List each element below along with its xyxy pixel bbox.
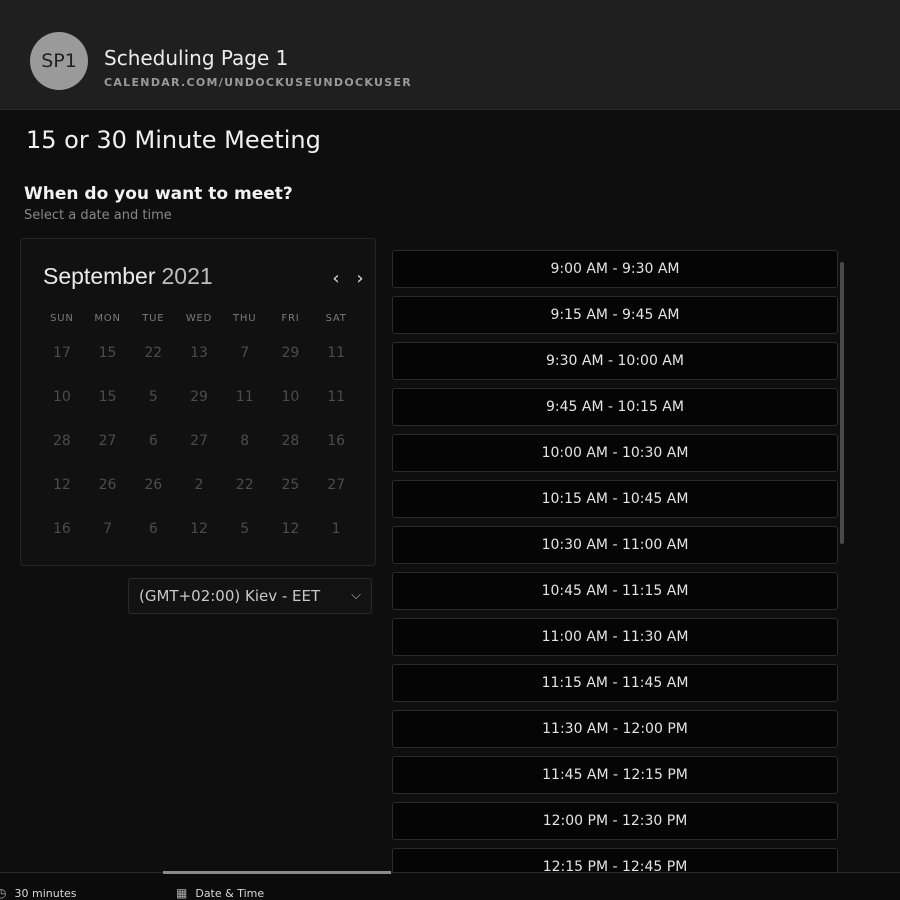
- calendar-day: 11: [235, 389, 254, 405]
- calendar-day: 8: [240, 433, 250, 449]
- calendar-day: 25: [281, 477, 300, 493]
- calendar-day: 27: [98, 433, 117, 449]
- calendar-icon: ▦: [176, 886, 188, 900]
- weekday-header: SUN: [50, 313, 74, 324]
- page-header: SP1 Scheduling Page 1 CALENDAR.COM/UNDOC…: [0, 0, 900, 110]
- weekday-header: SAT: [325, 313, 347, 324]
- time-slot-button[interactable]: 10:00 AM - 10:30 AM: [392, 434, 838, 472]
- calendar-day: 12: [52, 477, 71, 493]
- calendar-day: 22: [144, 345, 163, 361]
- calendar-grid: SUN MON TUE WED THU FRI SAT 17 15 22 13 7 29 11 10 15 5 2…: [39, 307, 359, 551]
- calendar-day: 28: [52, 433, 71, 449]
- step-date-time-label: Date & Time: [195, 886, 265, 900]
- chevron-down-icon: ⌵: [351, 588, 361, 603]
- time-slot-button[interactable]: 11:30 AM - 12:00 PM: [392, 710, 838, 748]
- time-slot-button[interactable]: 11:45 AM - 12:15 PM: [392, 756, 838, 794]
- time-slot-button[interactable]: 10:15 AM - 10:45 AM: [392, 480, 838, 518]
- time-slot-button[interactable]: 9:00 AM - 9:30 AM: [392, 250, 838, 288]
- time-slot-button[interactable]: 10:30 AM - 11:00 AM: [392, 526, 838, 564]
- booking-steps-footer: ◷ 30 minutes ▦ Date & Time: [0, 871, 900, 900]
- meeting-title: 15 or 30 Minute Meeting: [26, 126, 321, 154]
- step-duration[interactable]: ◷ 30 minutes: [0, 886, 77, 900]
- scheduling-page-name: Scheduling Page 1: [104, 46, 289, 70]
- calendar-day: 17: [52, 345, 71, 361]
- avatar: SP1: [30, 32, 88, 90]
- calendar-day: 28: [281, 433, 300, 449]
- weekday-header: FRI: [281, 313, 300, 324]
- time-slot-button[interactable]: 9:30 AM - 10:00 AM: [392, 342, 838, 380]
- scheduling-page-url[interactable]: CALENDAR.COM/UNDOCKUSEUNDOCKUSER: [104, 76, 412, 89]
- calendar-year: 2021: [161, 263, 213, 289]
- date-question-subtitle: Select a date and time: [24, 208, 172, 223]
- calendar-day: 10: [52, 389, 71, 405]
- calendar-day: 29: [190, 389, 208, 405]
- step-duration-label: 30 minutes: [14, 886, 77, 900]
- weekday-header: THU: [233, 313, 257, 324]
- calendar-day: 27: [327, 477, 346, 493]
- calendar-day: 15: [98, 389, 117, 405]
- calendar-day: 11: [327, 389, 346, 405]
- time-slot-button[interactable]: 9:45 AM - 10:15 AM: [392, 388, 838, 426]
- weekday-header: WED: [185, 313, 213, 324]
- time-slot-button[interactable]: 9:15 AM - 9:45 AM: [392, 296, 838, 334]
- calendar-day: 15: [98, 345, 117, 361]
- calendar-day: 22: [235, 477, 254, 493]
- calendar-day: 6: [148, 433, 158, 449]
- step-progress-indicator: [163, 871, 391, 874]
- calendar-day: 10: [281, 389, 300, 405]
- calendar-day: 2: [194, 477, 204, 493]
- date-picker-calendar: September 2021 ‹ › SUN MON TUE WED THU FRI SAT 1…: [20, 238, 376, 566]
- calendar-day: 16: [327, 433, 346, 449]
- time-slot-button[interactable]: 11:15 AM - 11:45 AM: [392, 664, 838, 702]
- calendar-day: 7: [240, 345, 250, 361]
- calendar-day: 12: [190, 521, 208, 537]
- date-question-heading: When do you want to meet?: [24, 184, 293, 204]
- calendar-day: 26: [144, 477, 163, 493]
- calendar-day: 16: [52, 521, 71, 537]
- timezone-select[interactable]: (GMT+02:00) Kiev - EET ⌵: [128, 578, 372, 614]
- calendar-day: 5: [148, 389, 158, 405]
- calendar-day: 1: [331, 521, 341, 537]
- weekday-header: MON: [94, 313, 121, 324]
- time-slot-scrollbar[interactable]: [840, 262, 844, 544]
- time-slot-button[interactable]: 12:00 PM - 12:30 PM: [392, 802, 838, 840]
- calendar-day: 27: [190, 433, 208, 449]
- weekday-header: TUE: [142, 313, 165, 324]
- time-slot-button[interactable]: 10:45 AM - 11:15 AM: [392, 572, 838, 610]
- chevron-right-icon[interactable]: ›: [351, 269, 369, 289]
- clock-icon: ◷: [0, 886, 7, 900]
- calendar-day: 5: [240, 521, 250, 537]
- calendar-day: 7: [103, 521, 113, 537]
- calendar-day: 29: [281, 345, 300, 361]
- calendar-month-year: September 2021: [43, 263, 213, 290]
- calendar-day: 6: [148, 521, 158, 537]
- calendar-month: September: [43, 263, 156, 289]
- step-date-time[interactable]: ▦ Date & Time: [176, 886, 264, 900]
- time-slot-list: 9:00 AM - 9:30 AM 9:15 AM - 9:45 AM 9:30 A…: [392, 250, 838, 900]
- calendar-day: 13: [190, 345, 208, 361]
- timezone-value: (GMT+02:00) Kiev - EET: [139, 587, 321, 605]
- time-slot-button[interactable]: 11:00 AM - 11:30 AM: [392, 618, 838, 656]
- calendar-day: 12: [281, 521, 300, 537]
- chevron-left-icon[interactable]: ‹: [327, 269, 345, 289]
- calendar-day: 26: [98, 477, 117, 493]
- calendar-day: 11: [327, 345, 346, 361]
